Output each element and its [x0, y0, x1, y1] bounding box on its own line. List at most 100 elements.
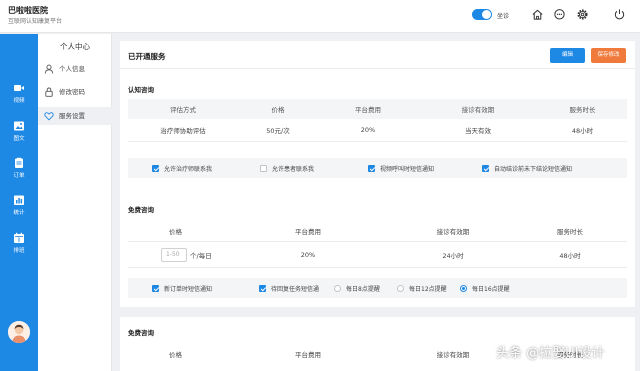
checkbox[interactable]: [368, 164, 375, 172]
nav-label: 视频: [13, 98, 25, 104]
subnav-item-label: 服务设置: [59, 112, 85, 120]
table-cell: 48小时: [571, 127, 594, 135]
home-icon[interactable]: [531, 8, 544, 21]
option-auto-close-sms[interactable]: 自动结诊前未下结论短信通知: [482, 158, 572, 178]
table-cell: 20%: [360, 126, 376, 134]
section-title-free-consult-2: 免费咨询: [128, 329, 154, 337]
column-header: 价格: [169, 351, 182, 359]
checkbox[interactable]: [260, 164, 267, 172]
column-header: 平台费用: [295, 227, 321, 236]
option-label: 允许患者联系我: [272, 165, 315, 173]
checkbox[interactable]: [152, 284, 159, 292]
option-video-call-sms[interactable]: 视频呼叫时短信通知: [368, 158, 434, 178]
nav-label: 订单: [13, 173, 25, 179]
column-header: 服务时长: [569, 106, 596, 114]
table-cell: 20%: [300, 250, 316, 259]
radio[interactable]: [334, 284, 341, 292]
column-header: 价格: [271, 106, 285, 114]
subnav-title: 个人中心: [60, 42, 90, 51]
nav-item-image-text[interactable]: 图文: [0, 120, 38, 142]
main-content: 已开通服务 编辑 保存修改 认知咨询 评估方式 价格 平台费用 接诊有效期 服务…: [113, 34, 640, 371]
column-header: 接诊有效期: [461, 106, 495, 114]
column-header: 接诊有效期: [436, 351, 470, 359]
chat-icon[interactable]: [553, 8, 566, 21]
radio[interactable]: [460, 284, 467, 292]
watermark: 头条 @拉娶UI设计: [496, 346, 605, 361]
edit-button[interactable]: 编辑: [550, 48, 585, 63]
column-header: 评估方式: [170, 106, 196, 114]
secondary-nav: 个人中心 个人信息 修改密码 服务设置: [38, 34, 112, 371]
free-consult-card: 免费咨询 价格 平台费用 接诊有效期 服务时长 1-50 个/每日 20% 24…: [120, 194, 635, 307]
calendar-icon: [14, 232, 24, 243]
consult-toggle-label: 坐诊: [497, 13, 510, 20]
subnav-item-password[interactable]: 修改密码: [38, 83, 112, 101]
stats-icon: [14, 195, 24, 205]
option-label: 允许治疗师联系我: [164, 165, 213, 173]
price-input[interactable]: 1-50: [161, 247, 187, 262]
table-row: 治疗师协助评估 50元/次 20% 当天有效 48小时: [128, 119, 627, 142]
video-icon: [14, 85, 24, 91]
free-consult-options: 新订单时短信通知 待回复任务短信通 每日8点提醒 每日12点提醒 每日16点提醒: [128, 278, 627, 298]
column-header: 价格: [169, 227, 182, 236]
free-consult-table: 价格 平台费用 接诊有效期 服务时长 1-50 个/每日 20% 24小时 48…: [128, 220, 627, 268]
top-bar: 巴啦啦医院 互联网认知康复平台 坐诊: [0, 0, 640, 33]
nav-label: 图文: [13, 136, 25, 142]
column-header: 平台费用: [295, 351, 321, 359]
table-cell: 50元/次: [266, 127, 290, 135]
nav-item-stats[interactable]: 统计: [0, 194, 38, 216]
option-remind-8[interactable]: 每日8点提醒: [334, 278, 380, 298]
save-button[interactable]: 保存修改: [591, 48, 626, 63]
cognitive-options: 允许治疗师联系我 允许患者联系我 视频呼叫时短信通知 自动结诊前未下结论短信通知: [128, 158, 627, 178]
price-unit: 个/每日: [190, 251, 212, 260]
brand: 巴啦啦医院 互联网认知康复平台: [8, 6, 62, 26]
option-label: 每日8点提醒: [346, 285, 380, 293]
person-icon: [44, 64, 54, 74]
services-card: 已开通服务 编辑 保存修改 认知咨询 评估方式 价格 平台费用 接诊有效期 服务…: [120, 41, 635, 219]
platform-subtitle: 互联网认知康复平台: [8, 18, 63, 25]
image-icon: [14, 121, 24, 131]
option-label: 新订单时短信通知: [164, 285, 213, 293]
option-new-order-sms[interactable]: 新订单时短信通知: [152, 278, 212, 298]
section-title-cognitive: 认知咨询: [128, 86, 154, 94]
table-cell: 治疗师协助评估: [160, 127, 206, 135]
primary-nav: 视频 图文 订单 统计 排班: [0, 34, 38, 371]
toggle-knob: [482, 10, 491, 19]
nav-item-schedule[interactable]: 排班: [0, 232, 38, 254]
checkbox[interactable]: [259, 284, 266, 292]
section-title-free-consult: 免费咨询: [128, 206, 154, 214]
cognitive-table: 评估方式 价格 平台费用 接诊有效期 服务时长 治疗师协助评估 50元/次 20…: [128, 99, 627, 142]
table-header: 价格 平台费用 接诊有效期 服务时长: [128, 220, 627, 242]
subnav-item-label: 个人信息: [59, 65, 85, 73]
subnav-item-service-settings[interactable]: 服务设置: [38, 107, 112, 125]
option-label: 视频呼叫时短信通知: [380, 165, 435, 173]
column-header: 平台费用: [355, 106, 381, 114]
option-label: 每日12点提醒: [409, 285, 447, 293]
subnav-item-profile[interactable]: 个人信息: [38, 60, 112, 78]
table-cell: 24小时: [442, 251, 464, 260]
checkbox[interactable]: [152, 164, 159, 172]
heart-icon: [44, 112, 54, 121]
option-allow-therapist-contact[interactable]: 允许治疗师联系我: [152, 158, 212, 178]
page-title: 已开通服务: [128, 52, 166, 61]
table-cell: 当天有效: [465, 127, 491, 135]
option-label: 自动结诊前未下结论短信通知: [494, 165, 573, 173]
avatar[interactable]: [8, 321, 30, 343]
consult-toggle[interactable]: [472, 9, 492, 20]
lock-icon: [45, 87, 53, 97]
option-remind-12[interactable]: 每日12点提醒: [397, 278, 447, 298]
column-header: 接诊有效期: [436, 227, 470, 236]
option-pending-task-sms[interactable]: 待回复任务短信通: [259, 278, 319, 298]
table-row: 1-50 个/每日 20% 24小时 48小时: [128, 242, 627, 268]
nav-item-orders[interactable]: 订单: [0, 157, 38, 179]
power-icon[interactable]: [613, 8, 626, 21]
option-label: 待回复任务短信通: [271, 285, 320, 293]
nav-item-video[interactable]: 视频: [0, 82, 38, 104]
option-remind-16[interactable]: 每日16点提醒: [460, 278, 510, 298]
card-header: 已开通服务 编辑 保存修改: [120, 41, 635, 69]
settings-icon[interactable]: [576, 8, 589, 21]
radio[interactable]: [397, 284, 404, 292]
checkbox[interactable]: [482, 164, 489, 172]
table-header: 评估方式 价格 平台费用 接诊有效期 服务时长: [128, 99, 627, 119]
option-allow-patient-contact[interactable]: 允许患者联系我: [260, 158, 314, 178]
nav-label: 统计: [13, 210, 25, 216]
